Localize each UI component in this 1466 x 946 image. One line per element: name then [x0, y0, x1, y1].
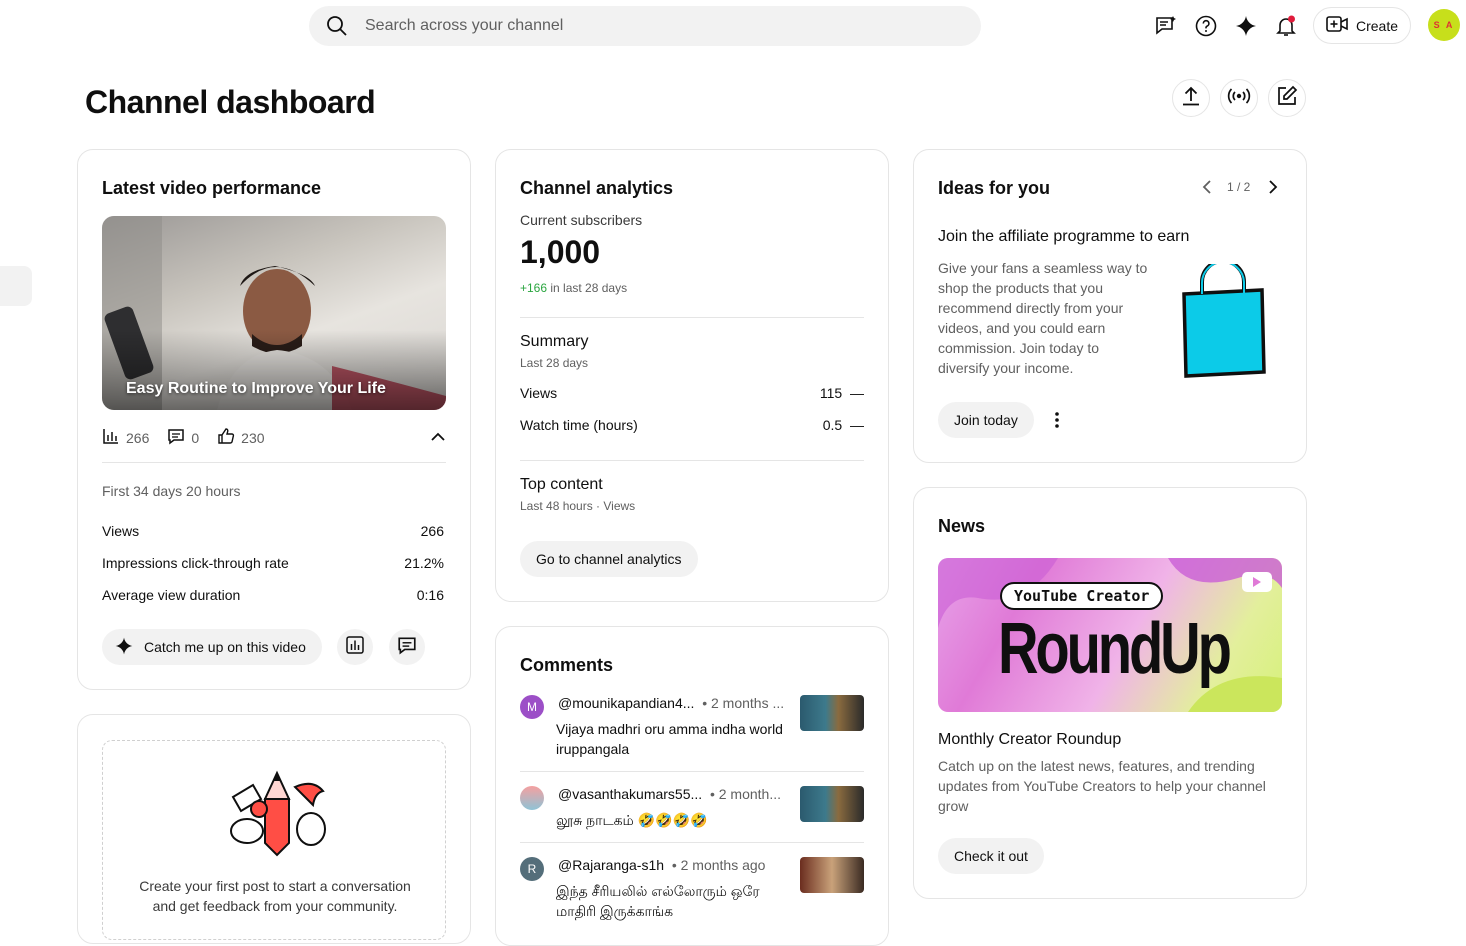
idea-title: Join the affiliate programme to earn: [938, 228, 1190, 245]
views-stat: 266: [102, 427, 149, 448]
analytics-icon: [345, 635, 365, 660]
catch-me-up-button[interactable]: Catch me up on this video: [102, 629, 322, 665]
metric-row: Impressions click-through rate 21.2%: [102, 555, 444, 571]
check-it-out-button[interactable]: Check it out: [938, 838, 1044, 874]
create-label: Create: [1355, 17, 1399, 34]
upload-button[interactable]: [1172, 79, 1210, 117]
live-broadcast-icon: [1227, 86, 1251, 111]
channel-analytics-card: Channel analytics Current subscribers 1,…: [495, 149, 889, 602]
banner-tag: YouTube Creator: [1000, 582, 1164, 610]
commenter-avatar: R: [520, 857, 544, 881]
summary-period: Last 28 days: [520, 356, 589, 370]
sparkle-icon[interactable]: [1226, 6, 1266, 46]
chevron-left-icon[interactable]: [1200, 178, 1214, 201]
post-prompt-text: Create your first post to start a conver…: [139, 878, 411, 914]
comment-text: லூசு நாடகம் 🤣🤣🤣🤣: [556, 812, 708, 828]
divider: [520, 317, 864, 318]
page-title: Channel dashboard: [85, 84, 376, 120]
card-title: Ideas for you: [938, 178, 1051, 198]
summary-title: Summary: [520, 333, 589, 350]
upload-icon: [1180, 85, 1202, 112]
create-post-card: Create your first post to start a conver…: [77, 714, 471, 944]
pager: 1 / 2: [1227, 180, 1251, 194]
search-input[interactable]: [365, 17, 925, 35]
video-thumbnail[interactable]: [800, 857, 864, 893]
notifications-bell-icon[interactable]: [1266, 6, 1306, 46]
video-comments-button[interactable]: [389, 629, 425, 665]
video-thumbnail[interactable]: [800, 786, 864, 822]
list-item[interactable]: R @Rajaranga-s1h • 2 months ago இந்த சீர…: [520, 857, 864, 927]
edit-icon: [1276, 85, 1298, 112]
metric-row: Average view duration 0:16: [102, 587, 444, 603]
ideas-card: Ideas for you 1 / 2 Join the affiliate p…: [913, 149, 1307, 463]
video-thumbnail[interactable]: Easy Routine to Improve Your Life: [102, 216, 446, 410]
comments-stat: 0: [167, 427, 199, 448]
idea-text: Give your fans a seamless way to shop th…: [938, 260, 1148, 376]
comments-card: Comments M @mounikapandian4... • 2 month…: [495, 626, 889, 946]
go-live-button[interactable]: [1220, 79, 1258, 117]
banner-title: RoundUp: [998, 609, 1232, 689]
chevron-up-icon[interactable]: [429, 429, 447, 450]
divider: [102, 462, 446, 463]
post-illustration: [230, 770, 326, 857]
card-title: Latest video performance: [102, 178, 322, 198]
bar-chart-icon: [102, 427, 120, 448]
avatar[interactable]: S A: [1428, 9, 1460, 41]
shopping-bag-icon: [1182, 264, 1266, 378]
likes-stat: 230: [217, 427, 265, 448]
post-dropzone[interactable]: Create your first post to start a conver…: [102, 740, 446, 940]
chevron-right-icon[interactable]: [1266, 178, 1280, 201]
subscribers-count: 1,000: [520, 234, 601, 270]
video-thumbnail[interactable]: [800, 695, 864, 731]
feedback-icon[interactable]: [1146, 6, 1186, 46]
list-item[interactable]: @vasanthakumars55... • 2 month... லூசு ந…: [520, 786, 864, 836]
search-bar[interactable]: [309, 6, 981, 46]
commenter-avatar: M: [520, 695, 544, 719]
comment-text: Vijaya madhri oru amma indha world irupp…: [556, 721, 783, 757]
news-item-title: Monthly Creator Roundup: [938, 731, 1122, 748]
more-vert-icon[interactable]: [1050, 410, 1064, 435]
card-title: News: [938, 516, 986, 536]
subscribers-change: +166 in last 28 days: [520, 281, 628, 295]
video-title: Easy Routine to Improve Your Life: [126, 380, 386, 397]
card-title: Comments: [520, 655, 614, 675]
create-post-button[interactable]: [1268, 79, 1306, 117]
comment-text: இந்த சீரியலில் எல்லோரும் ஒரே மாதிரி இருக…: [556, 883, 760, 919]
news-card: News YouTube Creator RoundUp Monthly Cre…: [913, 487, 1307, 899]
card-title: Channel analytics: [520, 178, 674, 198]
sparkle-icon: [114, 636, 134, 659]
comment-icon: [167, 427, 185, 448]
metric-row: Views 266: [102, 523, 444, 539]
subscribers-label: Current subscribers: [520, 212, 643, 228]
news-banner[interactable]: YouTube Creator RoundUp: [938, 558, 1282, 712]
help-icon[interactable]: [1186, 6, 1226, 46]
thumbs-up-icon: [217, 427, 235, 448]
sidebar-collapsed-item[interactable]: [0, 266, 32, 306]
video-add-icon: [1326, 15, 1348, 36]
latest-video-card: Latest video performance Easy Routine to…: [77, 149, 471, 690]
summary-row[interactable]: Watch time (hours) 0.5 —: [520, 417, 864, 433]
divider: [520, 460, 864, 461]
commenter-avatar: [520, 786, 544, 810]
period-label: First 34 days 20 hours: [102, 483, 241, 499]
summary-row[interactable]: Views 115 —: [520, 385, 864, 401]
search-icon: [309, 14, 365, 38]
top-content-period: Last 48 hours · Views: [520, 499, 636, 513]
list-item[interactable]: M @mounikapandian4... • 2 months ... Vij…: [520, 695, 864, 775]
comment-icon: [397, 635, 417, 660]
top-content-title: Top content: [520, 476, 603, 493]
divider: [520, 842, 864, 843]
news-item-text: Catch up on the latest news, features, a…: [938, 758, 1266, 814]
divider: [520, 771, 864, 772]
create-button[interactable]: Create: [1313, 7, 1411, 44]
video-analytics-button[interactable]: [337, 629, 373, 665]
go-to-analytics-button[interactable]: Go to channel analytics: [520, 541, 698, 577]
join-today-button[interactable]: Join today: [938, 402, 1034, 438]
